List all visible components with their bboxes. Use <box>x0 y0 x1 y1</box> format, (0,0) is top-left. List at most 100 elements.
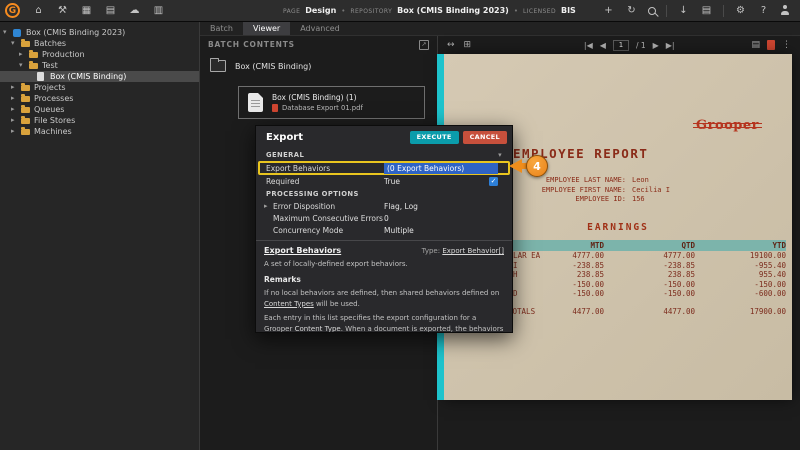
license-value: BIS <box>561 6 576 15</box>
stats-icon[interactable]: ▥ <box>152 4 165 18</box>
dialog-header[interactable]: Export EXECUTE CANCEL <box>256 126 512 148</box>
content-type-link[interactable]: Content Type <box>295 325 341 333</box>
cancel-button[interactable]: CANCEL <box>463 131 507 144</box>
tree-item-repository[interactable]: ▾ Box (CMIS Binding 2023) <box>0 27 199 38</box>
export-behaviors-label: Export Behaviors <box>266 164 384 173</box>
document-icon <box>248 93 263 112</box>
chevron-down-icon[interactable]: ▾ <box>3 27 7 38</box>
general-section-header[interactable]: GENERAL ▾ <box>256 148 512 161</box>
separator: • <box>341 7 345 15</box>
page-value[interactable]: Design <box>305 6 336 15</box>
chevron-right-icon[interactable]: ▸ <box>19 49 23 60</box>
page-number-input[interactable]: 1 <box>613 40 629 51</box>
table-cell: -600.00 <box>695 289 786 298</box>
header-cell: QTD <box>604 241 695 250</box>
tree-item-label: Box (CMIS Binding) <box>50 71 126 82</box>
home-icon[interactable]: ⌂ <box>32 4 45 18</box>
tree-item-queues[interactable]: ▸ Queues <box>0 104 199 115</box>
previous-page-icon[interactable]: ◀ <box>600 41 606 50</box>
download-icon[interactable]: ↓ <box>677 4 690 18</box>
user-icon[interactable] <box>780 5 790 16</box>
concurrency-mode-row[interactable]: Concurrency Mode Multiple <box>256 224 512 236</box>
first-page-icon[interactable]: |◀ <box>584 41 593 50</box>
tab-batch[interactable]: Batch <box>200 22 243 35</box>
chevron-down-icon[interactable]: ▾ <box>11 38 15 49</box>
help-title: Export Behaviors <box>264 246 341 255</box>
export-behaviors-value[interactable]: (0 Export Behaviors) <box>384 163 498 174</box>
chevron-right-icon[interactable]: ▸ <box>11 115 15 126</box>
max-errors-value[interactable]: 0 <box>384 214 389 223</box>
max-consecutive-errors-row[interactable]: Maximum Consecutive Errors 0 <box>256 212 512 224</box>
tree-item-projects[interactable]: ▸ Projects <box>0 82 199 93</box>
document-field: EMPLOYEE ID: 156 <box>484 195 754 205</box>
folder-icon <box>21 118 30 124</box>
tree-item-processes[interactable]: ▸ Processes <box>0 93 199 104</box>
batches-icon[interactable]: ▦ <box>80 4 93 18</box>
batch-contents-header: BATCH CONTENTS ↗ <box>200 37 437 52</box>
required-checkbox[interactable]: ✓ <box>489 177 498 186</box>
tree-item-label: Queues <box>34 104 64 115</box>
batch-document-item[interactable]: Box (CMIS Binding) (1) Database Export 0… <box>238 86 425 119</box>
required-value[interactable]: True <box>384 177 400 186</box>
chevron-down-icon[interactable]: ▾ <box>19 60 23 71</box>
type-link[interactable]: Export Behavior[] <box>442 247 504 255</box>
tree-item-test[interactable]: ▾ Test <box>0 60 199 71</box>
tree-item-label: Production <box>42 49 85 60</box>
search-icon[interactable] <box>648 7 656 15</box>
refresh-icon[interactable]: ↻ <box>625 4 638 18</box>
layers-icon[interactable]: ▤ <box>751 40 760 50</box>
chevron-right-icon[interactable]: ▸ <box>11 126 15 137</box>
chevron-down-icon[interactable]: ▾ <box>498 151 502 159</box>
page-total-label: / 1 <box>636 41 646 50</box>
help-icon[interactable]: ? <box>757 4 770 18</box>
fit-width-icon[interactable]: ↔ <box>447 40 455 50</box>
expand-icon[interactable]: ▸ <box>264 202 273 210</box>
chevron-right-icon[interactable]: ▸ <box>11 93 15 104</box>
tree-item-batches[interactable]: ▾ Batches <box>0 38 199 49</box>
fit-page-icon[interactable]: ⊞ <box>464 40 472 50</box>
breadcrumb: PAGE Design • REPOSITORY Box (CMIS Bindi… <box>283 6 576 15</box>
processing-options-header[interactable]: PROCESSING OPTIONS <box>256 187 512 200</box>
field-value: Cecilia I <box>632 186 670 196</box>
grooper-document-logo: Grooper <box>696 118 759 133</box>
execute-button[interactable]: EXECUTE <box>410 131 459 144</box>
table-cell: -150.00 <box>538 280 604 289</box>
concurrency-value[interactable]: Multiple <box>384 226 414 235</box>
chevron-right-icon[interactable]: ▸ <box>11 82 15 93</box>
export-behaviors-row[interactable]: Export Behaviors (0 Export Behaviors) <box>258 161 510 175</box>
tree-item-machines[interactable]: ▸ Machines <box>0 126 199 137</box>
chevron-right-icon[interactable]: ▸ <box>11 104 15 115</box>
page-navigation: |◀ ◀ 1 / 1 ▶ ▶| <box>584 40 675 51</box>
batch-folder-item[interactable]: Box (CMIS Binding) <box>210 60 311 72</box>
folder-icon <box>21 96 30 102</box>
error-disposition-row[interactable]: ▸ Error Disposition Flag, Log <box>256 200 512 212</box>
tree-item-box-cmis-binding[interactable]: Box (CMIS Binding) <box>0 71 199 82</box>
tab-advanced[interactable]: Advanced <box>290 22 350 35</box>
table-cell: 955.40 <box>695 270 786 279</box>
batch-document-file[interactable]: Database Export 01.pdf <box>272 104 363 112</box>
last-page-icon[interactable]: ▶| <box>666 41 675 50</box>
property-help-panel: Export Behaviors Type: Export Behavior[]… <box>256 240 512 333</box>
popout-icon[interactable]: ↗ <box>419 40 429 50</box>
grooper-logo-icon[interactable]: G <box>5 3 20 18</box>
settings-gear-icon[interactable]: ⚙ <box>734 4 747 18</box>
document-field: EMPLOYEE FIRST NAME: Cecilia I <box>484 186 754 196</box>
next-page-icon[interactable]: ▶ <box>653 41 659 50</box>
add-icon[interactable]: + <box>602 4 615 18</box>
divider <box>723 5 724 17</box>
pdf-export-icon[interactable] <box>767 40 775 50</box>
tools-icon[interactable]: ⚒ <box>56 4 69 18</box>
cloud-icon[interactable]: ☁ <box>128 4 141 18</box>
error-disposition-value[interactable]: Flag, Log <box>384 202 418 211</box>
more-options-icon[interactable]: ⋮ <box>782 40 791 50</box>
help-header: Export Behaviors Type: Export Behavior[] <box>264 246 504 255</box>
storage-icon[interactable]: ▤ <box>104 4 117 18</box>
required-row[interactable]: Required True ✓ <box>256 175 512 187</box>
tree-item-production[interactable]: ▸ Production <box>0 49 199 60</box>
batch-icon <box>37 72 44 81</box>
tab-viewer[interactable]: Viewer <box>243 22 290 35</box>
repository-value[interactable]: Box (CMIS Binding 2023) <box>397 6 509 15</box>
layers-icon[interactable]: ▤ <box>700 4 713 18</box>
content-types-link[interactable]: Content Types <box>264 300 314 308</box>
tree-item-file-stores[interactable]: ▸ File Stores <box>0 115 199 126</box>
